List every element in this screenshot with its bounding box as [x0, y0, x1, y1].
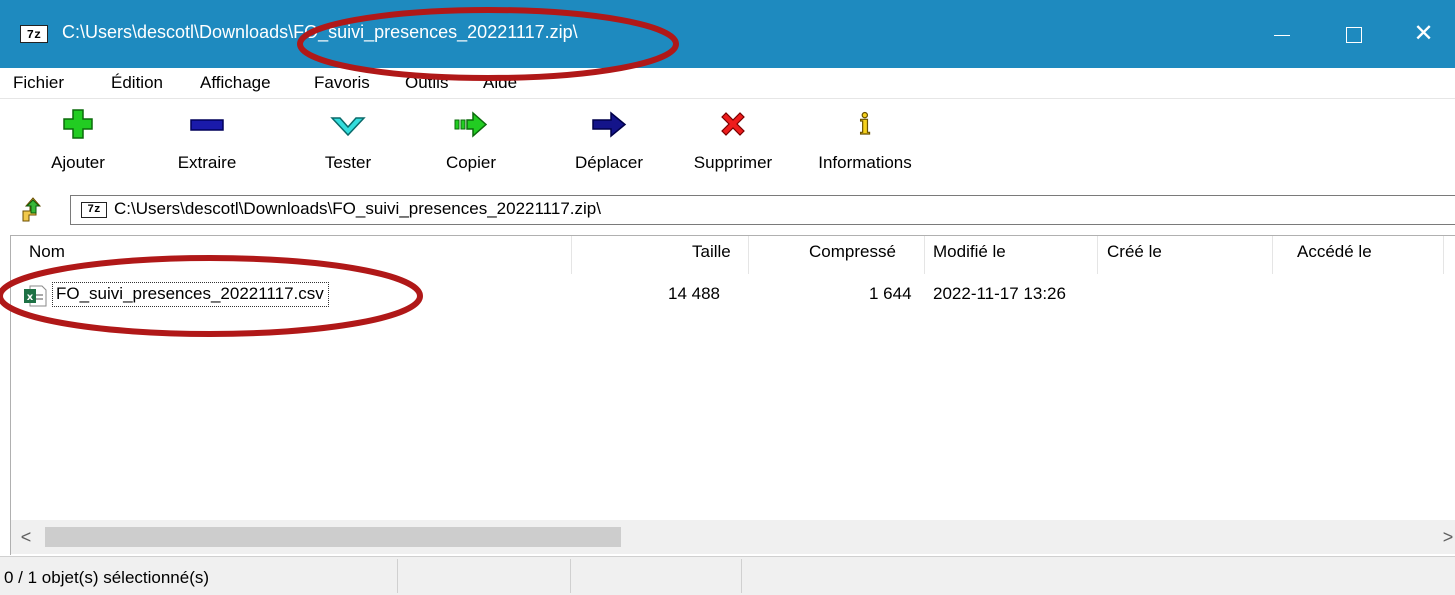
menu-affichage[interactable]: Affichage: [200, 73, 271, 93]
extract-label: Extraire: [177, 153, 237, 172]
test-button[interactable]: Tester: [300, 99, 396, 185]
menu-outils[interactable]: Outils: [405, 73, 448, 93]
window-title: C:\Users\descotl\Downloads\FO_suivi_pres…: [62, 22, 578, 42]
delete-button[interactable]: Supprimer: [682, 99, 784, 185]
address-path: C:\Users\descotl\Downloads\FO_suivi_pres…: [114, 199, 601, 218]
file-size: 14 488: [668, 284, 720, 303]
info-label: Informations: [818, 153, 912, 172]
scroll-left-arrow-icon[interactable]: <: [11, 520, 41, 554]
selection-status: 0 / 1 objet(s) sélectionné(s): [4, 568, 210, 587]
copy-button[interactable]: Copier: [423, 99, 519, 185]
info-button[interactable]: i Informations: [804, 99, 926, 185]
menu-aide[interactable]: Aide: [483, 73, 517, 93]
menu-edition[interactable]: Édition: [111, 73, 163, 93]
move-label: Déplacer: [574, 153, 644, 172]
delete-label: Supprimer: [693, 153, 773, 172]
close-button[interactable]: ✕: [1392, 0, 1455, 68]
menu-bar: Fichier Édition Affichage Favoris Outils…: [0, 68, 1455, 99]
archive-icon: 7z: [81, 202, 107, 218]
status-pane-packed: [571, 559, 742, 593]
extract-button[interactable]: Extraire: [159, 99, 255, 185]
archive-window: 7z C:\Users\descotl\Downloads\FO_suivi_p…: [0, 0, 1455, 595]
column-header-name[interactable]: Nom: [29, 242, 65, 262]
column-header-accessed[interactable]: Accédé le: [1297, 242, 1372, 262]
move-button[interactable]: Déplacer: [557, 99, 661, 185]
status-pane-selection: 0 / 1 objet(s) sélectionné(s): [0, 559, 398, 593]
column-separator[interactable]: [1443, 236, 1444, 274]
move-arrow-icon: [592, 111, 627, 138]
excel-csv-file-icon: x: [24, 285, 47, 307]
parent-folder-up-icon[interactable]: [20, 197, 46, 223]
extract-icon: [190, 119, 224, 131]
maximize-icon: [1346, 27, 1362, 44]
minimize-icon: [1274, 34, 1290, 36]
column-header-size[interactable]: Taille: [692, 242, 731, 262]
delete-x-icon: [721, 112, 745, 136]
test-label: Tester: [324, 153, 372, 172]
7zip-app-icon: 7z: [20, 25, 48, 43]
title-bar[interactable]: 7z C:\Users\descotl\Downloads\FO_suivi_p…: [0, 0, 1455, 68]
column-separator[interactable]: [1097, 236, 1098, 274]
info-icon: i: [859, 109, 871, 142]
close-icon: ✕: [1413, 20, 1434, 47]
maximize-button[interactable]: [1318, 0, 1390, 68]
column-separator[interactable]: [571, 236, 572, 274]
file-list[interactable]: Nom Taille Compressé Modifié le Créé le …: [10, 235, 1455, 555]
scroll-right-arrow-icon[interactable]: >: [1441, 520, 1455, 554]
add-label: Ajouter: [51, 153, 105, 172]
file-modified-date: 2022-11-17 13:26: [933, 284, 1066, 303]
table-row[interactable]: x FO_suivi_presences_20221117.csv 14 488…: [11, 280, 1451, 310]
status-bar: 0 / 1 objet(s) sélectionné(s): [0, 556, 1455, 595]
toolbar: Ajouter Extraire Tester Copier Déplacer …: [0, 99, 1455, 185]
add-button[interactable]: Ajouter: [30, 99, 126, 185]
address-input[interactable]: 7z C:\Users\descotl\Downloads\FO_suivi_p…: [70, 195, 1455, 225]
column-separator[interactable]: [748, 236, 749, 274]
file-packed-size: 1 644: [869, 284, 912, 303]
status-pane-info: [742, 559, 1454, 593]
scrollbar-thumb[interactable]: [45, 527, 621, 547]
column-separator[interactable]: [924, 236, 925, 274]
menu-fichier[interactable]: Fichier: [13, 73, 64, 93]
copy-arrow-icon: [454, 111, 488, 138]
address-bar: 7z C:\Users\descotl\Downloads\FO_suivi_p…: [0, 190, 1455, 230]
horizontal-scrollbar[interactable]: < >: [11, 520, 1455, 554]
svg-text:i: i: [860, 109, 871, 141]
file-name[interactable]: FO_suivi_presences_20221117.csv: [52, 282, 329, 307]
column-header-modified[interactable]: Modifié le: [933, 242, 1006, 262]
column-header-packed[interactable]: Compressé: [809, 242, 896, 262]
test-checkmark-icon: [330, 117, 366, 137]
copy-label: Copier: [445, 153, 497, 172]
add-icon: [63, 109, 93, 139]
menu-favoris[interactable]: Favoris: [314, 73, 370, 93]
svg-text:x: x: [27, 292, 34, 303]
status-pane-size: [398, 559, 571, 593]
column-header-created[interactable]: Créé le: [1107, 242, 1162, 262]
minimize-button[interactable]: [1246, 0, 1318, 68]
column-separator[interactable]: [1272, 236, 1273, 274]
